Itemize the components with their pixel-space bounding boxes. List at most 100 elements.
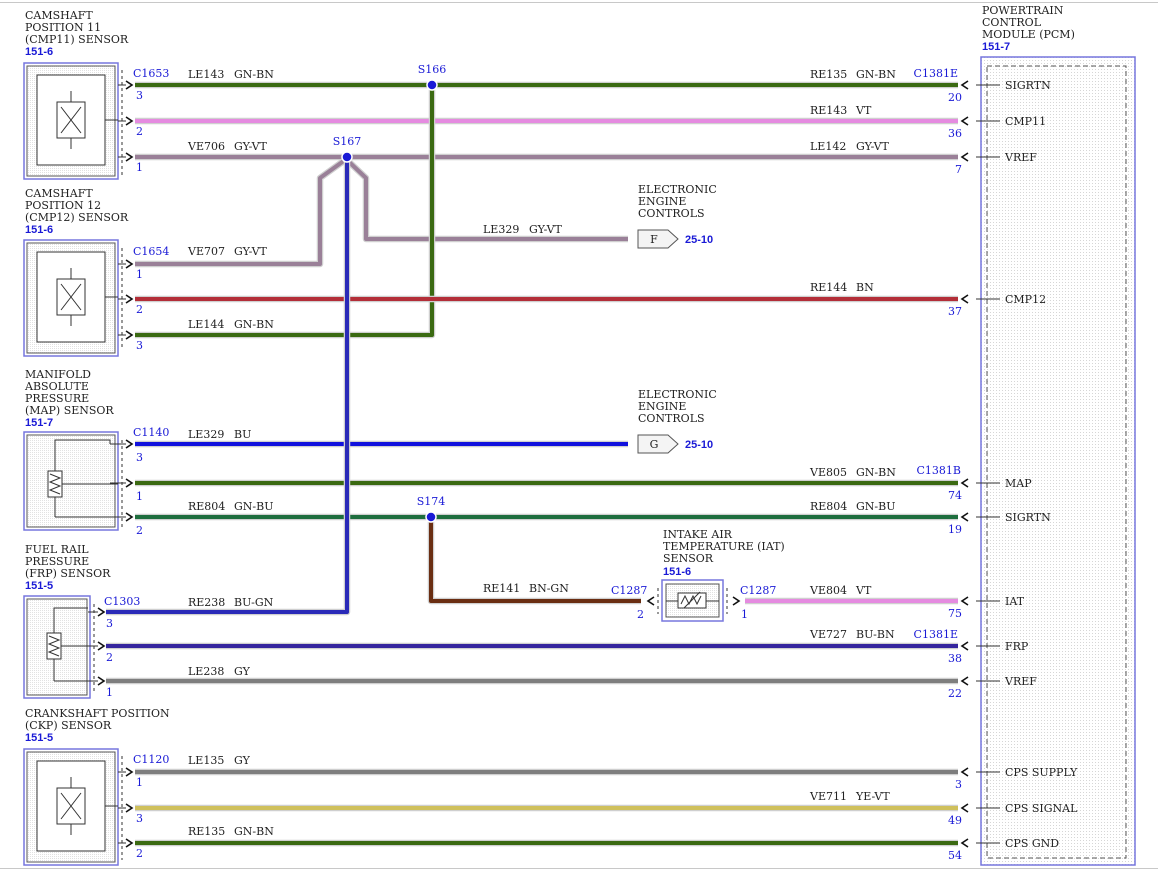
label-le238-color: GY — [234, 665, 251, 678]
offpage-f-letter: F — [650, 233, 658, 246]
cmp12-ref: 151-6 — [25, 224, 53, 236]
label-ve727-color: BU-BN — [856, 628, 895, 641]
pcm-pin-label-5: SIGRTN — [1005, 511, 1051, 524]
cmp11-pin-arrow-0 — [125, 80, 134, 90]
wiring-diagram: POWERTRAINCONTROLMODULE (PCM)151-7 LE143… — [0, 2, 1158, 869]
splice-s167[interactable] — [341, 151, 353, 163]
pcm-pin-number-3: 37 — [948, 305, 962, 318]
label-re135-top-id: RE135 — [810, 68, 847, 81]
label-re144-color: BN — [856, 281, 874, 294]
label-re141-id: RE141 — [483, 582, 520, 595]
label-le329-gyvt-color: GY-VT — [529, 223, 563, 236]
ckp-pin-2: 2 — [136, 847, 143, 860]
frp-connector: C1303 — [104, 595, 140, 608]
map-pin-arrow-0 — [125, 439, 134, 449]
cmp12-pin-0: 1 — [136, 268, 143, 281]
label-le143-id: LE143 — [188, 68, 224, 81]
iat-pin-right: 1 — [741, 608, 748, 621]
label-le135-color: GY — [234, 754, 251, 767]
offpage-f-connector-icon[interactable] — [637, 229, 679, 249]
map-connector: C1140 — [133, 426, 169, 439]
pcm-pin-number-4: 74 — [948, 489, 962, 502]
label-re238-color: BU-GN — [234, 596, 274, 609]
ckp-pin-0: 1 — [136, 776, 143, 789]
pcm-ref: 151-7 — [982, 41, 1010, 53]
splice-s174[interactable] — [425, 511, 437, 523]
iat-connector-right: C1287 — [740, 584, 776, 597]
pcm-pin-arrow-4 — [960, 478, 969, 488]
pcm-pin-number-7: 38 — [948, 652, 962, 665]
pcm-pin-number-0: 20 — [948, 91, 962, 104]
map-pin-2: 2 — [136, 524, 143, 537]
label-le329-gyvt-id: LE329 — [483, 223, 519, 236]
iat-pin-arrow-right — [732, 596, 741, 606]
cmp11-title-line3: (CMP11) SENSOR — [25, 33, 129, 46]
pcm-pin-label-8: VREF — [1004, 675, 1037, 688]
pcm-pin-number-10: 49 — [948, 814, 962, 827]
label-re141-color: BN-GN — [529, 582, 569, 595]
label-le144-id: LE144 — [188, 318, 224, 331]
map-pin-0: 3 — [136, 451, 143, 464]
ckp-pin-1: 3 — [136, 812, 143, 825]
wire-re238[interactable] — [106, 157, 349, 614]
pcm-outline — [980, 56, 1136, 866]
frp-pin-1: 2 — [106, 651, 113, 664]
frp-pin-2: 1 — [106, 686, 113, 699]
map-pin-arrow-1 — [125, 478, 134, 488]
label-le329-bu-id: LE329 — [188, 428, 224, 441]
pcm-pin-label-9: CPS SUPPLY — [1005, 766, 1078, 779]
iat-connector-left: C1287 — [611, 584, 647, 597]
pcm-title-line3: MODULE (PCM) — [982, 28, 1075, 41]
pcm-pin-number-6: 75 — [948, 607, 962, 620]
label-re804-right-id: RE804 — [810, 500, 847, 513]
cmp11-pin-arrow-1 — [125, 116, 134, 126]
pcm-pin-number-2: 7 — [955, 163, 962, 176]
cmp11-pin-1: 2 — [136, 125, 143, 138]
pcm-pin-number-5: 19 — [948, 523, 962, 536]
pcm-pin-label-0: SIGRTN — [1005, 79, 1051, 92]
offpage-g-title-line3: CONTROLS — [638, 412, 705, 425]
pcm-pin-arrow-11 — [960, 838, 969, 848]
label-le238-id: LE238 — [188, 665, 224, 678]
pcm-pin-label-4: MAP — [1005, 477, 1032, 490]
label-ve711-color: YE-VT — [855, 790, 890, 803]
label-ve805-id: VE805 — [809, 466, 847, 479]
label-le142-id: LE142 — [810, 140, 846, 153]
pcm-pin-arrow-3 — [960, 294, 969, 304]
frp-ref: 151-5 — [25, 580, 53, 592]
pcm-pin-arrow-2 — [960, 152, 969, 162]
cmp11-ref: 151-6 — [25, 46, 53, 58]
cmp11-pin-0: 3 — [136, 89, 143, 102]
offpage-f-ref: 25-10 — [685, 234, 713, 246]
label-ve706-color: GY-VT — [234, 140, 268, 153]
label-le143-color: GN-BN — [234, 68, 274, 81]
pcm-module[interactable] — [980, 56, 1136, 866]
pcm-pin-label-6: IAT — [1005, 595, 1025, 608]
label-ve804-id: VE804 — [809, 584, 847, 597]
offpage-f-title-line3: CONTROLS — [638, 207, 705, 220]
frp-pin-arrow-0 — [97, 607, 106, 617]
pcm-connector-c1381e-top: C1381E — [914, 67, 958, 80]
ckp-connector: C1120 — [133, 753, 169, 766]
pcm-pin-number-8: 22 — [948, 687, 962, 700]
frp-pin-arrow-1 — [97, 641, 106, 651]
splice-s166[interactable] — [426, 79, 438, 91]
offpage-g-letter: G — [650, 438, 659, 451]
ckp-ref: 151-5 — [25, 732, 53, 744]
label-ve727-id: VE727 — [809, 628, 847, 641]
ckp-pin-arrow-2 — [125, 838, 134, 848]
label-re135-ckp-id: RE135 — [188, 825, 225, 838]
label-re135-top-color: GN-BN — [856, 68, 896, 81]
map-pin-1: 1 — [136, 490, 143, 503]
pcm-connector-c1381b: C1381B — [917, 464, 962, 477]
cmp12-connector: C1654 — [133, 245, 169, 258]
frp-pin-0: 3 — [106, 617, 113, 630]
pcm-pin-label-3: CMP12 — [1005, 293, 1046, 306]
cmp11-pin-arrow-2 — [125, 152, 134, 162]
label-le144-color: GN-BN — [234, 318, 274, 331]
label-le329-bu-color: BU — [234, 428, 251, 441]
cmp12-title-line3: (CMP12) SENSOR — [25, 211, 129, 224]
map-ref: 151-7 — [25, 417, 53, 429]
pcm-pin-arrow-7 — [960, 641, 969, 651]
pcm-pin-label-10: CPS SIGNAL — [1005, 802, 1078, 815]
